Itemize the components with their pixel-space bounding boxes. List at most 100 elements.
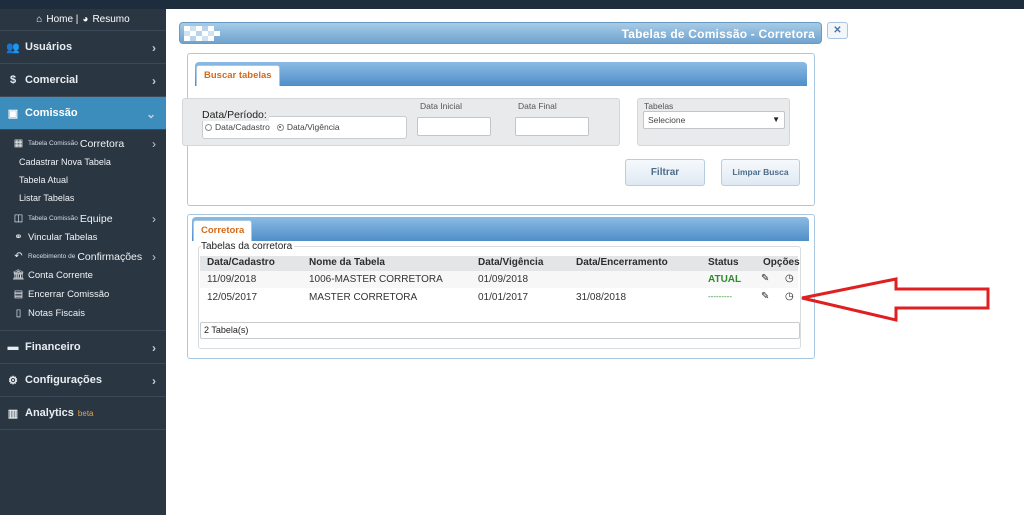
sub-item-big-label: Equipe [79, 212, 113, 225]
sidebar-sub-recebimento[interactable]: ↶ Recebimento de Confirmações › [0, 247, 166, 266]
bar-chart-icon: ▥ [7, 407, 19, 420]
money-icon: ▣ [7, 107, 19, 120]
link-cadastrar-nova-tabela[interactable]: Cadastrar Nova Tabela [0, 153, 166, 171]
clock-icon[interactable]: ◷ [785, 291, 794, 302]
sidebar-item-comercial[interactable]: $ Comercial › [0, 64, 166, 97]
tabelas-selected-value: Selecione [648, 115, 686, 125]
status-badge: --------- [708, 292, 732, 301]
tabelas-box: Tabelas Selecione ▼ [637, 98, 790, 146]
data-final-label: Data Final [518, 101, 557, 111]
sub-item-big-label: Corretora [79, 137, 125, 150]
corretora-panel-tabbar: Corretora [192, 217, 809, 241]
sub-item-small-label: Recebimento de [28, 253, 76, 260]
sub-item-label: Conta Corrente [28, 270, 93, 281]
sidebar-item-comissao[interactable]: ▣ Comissão ⌄ [0, 97, 166, 130]
cell-nome: 1006-MASTER CORRETORA [309, 274, 443, 285]
sidebar-item-financeiro[interactable]: ▬ Financeiro › [0, 331, 166, 364]
sub-item-big-label: Confirmações [77, 250, 143, 263]
chevron-right-icon: › [152, 74, 156, 88]
columns-icon: ◫ [13, 213, 24, 224]
reply-icon: ↶ [14, 251, 23, 262]
table-row[interactable]: 11/09/2018 1006-MASTER CORRETORA 01/09/2… [200, 271, 798, 288]
title-decoration-icon [184, 26, 220, 41]
table-header: Data/Cadastro Nome da Tabela Data/Vigênc… [200, 256, 800, 271]
link-listar-tabelas[interactable]: Listar Tabelas [0, 189, 166, 207]
home-link[interactable]: Home | [46, 14, 78, 25]
home-icon[interactable]: ⌂ [36, 14, 42, 25]
sidebar-sub-conta-corrente[interactable]: 🏛 Conta Corrente [0, 266, 166, 285]
col-data-vigencia[interactable]: Data/Vigência [478, 257, 543, 268]
status-badge: ATUAL [708, 274, 742, 285]
sidebar-sub-tabela-equipe[interactable]: ◫ Tabela Comissão Equipe › [0, 209, 166, 228]
users-icon: 👥 [6, 41, 20, 54]
edit-pencil-icon[interactable]: ✎ [761, 273, 769, 284]
bank-icon: 🏛 [12, 270, 25, 281]
red-arrow-annotation [801, 277, 990, 322]
tabelas-select[interactable]: Selecione ▼ [643, 111, 785, 129]
chevron-right-icon: › [152, 136, 156, 151]
sidebar-sub-encerrar-comissao[interactable]: ▤ Encerrar Comissão [0, 285, 166, 304]
radio-data-vigencia[interactable] [276, 123, 284, 131]
data-final-input[interactable] [515, 117, 589, 136]
close-button[interactable]: ✕ [827, 22, 848, 39]
radio-label-vigencia: Data/Vigência [286, 122, 340, 132]
gears-icon: ⚙ [8, 374, 18, 387]
col-status[interactable]: Status [708, 257, 739, 268]
sidebar-item-label: Comissão [25, 107, 78, 119]
data-inicial-label: Data Inicial [420, 101, 463, 111]
period-legend: Data/Período: [200, 109, 269, 121]
corretora-group-label: Tabelas da corretora [201, 241, 295, 252]
cell-encerramento: 31/08/2018 [576, 292, 627, 303]
cell-vigencia: 01/01/2017 [478, 292, 529, 303]
chevron-right-icon: › [152, 374, 156, 388]
file-icon: ▯ [15, 308, 22, 319]
limpar-busca-button[interactable]: Limpar Busca [721, 159, 800, 186]
sub-item-small-label: Tabela Comissão [28, 140, 78, 147]
briefcase-icon: ▬ [7, 341, 19, 353]
tab-corretora[interactable]: Corretora [193, 220, 253, 241]
cell-nome: MASTER CORRETORA [309, 292, 418, 303]
chevron-right-icon: › [152, 211, 156, 226]
sidebar-item-label: Comercial [25, 74, 79, 86]
sidebar-item-label: Analytics [25, 407, 74, 419]
beta-badge: beta [77, 408, 94, 418]
page-title: Tabelas de Comissão - Corretora [621, 27, 815, 41]
sidebar-sub-vincular-tabelas[interactable]: ⚭ Vincular Tabelas [0, 228, 166, 247]
sub-item-label: Vincular Tabelas [28, 232, 98, 243]
home-row: ⌂ Home | ◕ Resumo [0, 9, 166, 31]
chevron-down-icon: ⌄ [145, 107, 156, 121]
filtrar-button[interactable]: Filtrar [625, 159, 705, 186]
col-data-encerramento[interactable]: Data/Encerramento [576, 257, 668, 268]
sidebar-item-usuarios[interactable]: 👥 Usuários › [0, 31, 166, 64]
sidebar-item-analytics[interactable]: ▥ Analytics beta [0, 397, 166, 430]
link-icon: ⚭ [14, 232, 23, 243]
clock-icon[interactable]: ◷ [785, 273, 794, 284]
sidebar-item-label: Financeiro [25, 341, 81, 353]
col-nome-tabela[interactable]: Nome da Tabela [309, 257, 385, 268]
sub-item-label: Encerrar Comissão [28, 289, 110, 300]
edit-pencil-icon[interactable]: ✎ [761, 291, 769, 302]
tab-buscar-tabelas[interactable]: Buscar tabelas [196, 65, 280, 86]
sidebar-item-configuracoes[interactable]: ⚙ Configurações › [0, 364, 166, 397]
cell-cadastro: 11/09/2018 [207, 274, 257, 285]
sidebar-item-label: Usuários [25, 41, 73, 53]
filter-box: Data/Cadastro Data/Vigência Data/Período… [182, 98, 620, 146]
sidebar-sub-notas-fiscais[interactable]: ▯ Notas Fiscais [0, 304, 166, 323]
dollar-icon: $ [9, 74, 17, 86]
id-card-icon: ▤ [13, 289, 24, 300]
dashboard-icon[interactable]: ◕ [82, 14, 88, 25]
col-data-cadastro[interactable]: Data/Cadastro [207, 257, 275, 268]
table-icon: ▦ [13, 138, 24, 149]
sub-item-small-label: Tabela Comissão [28, 215, 78, 222]
top-bar [0, 0, 1024, 9]
radio-data-cadastro[interactable] [205, 123, 212, 131]
radio-label-cadastro: Data/Cadastro [215, 122, 270, 132]
resumo-link[interactable]: Resumo [92, 14, 129, 25]
data-inicial-input[interactable] [417, 117, 491, 136]
table-row[interactable]: 12/05/2017 MASTER CORRETORA 01/01/2017 3… [200, 289, 798, 306]
sub-item-label: Notas Fiscais [28, 308, 86, 319]
link-tabela-atual[interactable]: Tabela Atual [0, 171, 166, 189]
table-count: 2 Tabela(s) [200, 322, 800, 339]
cell-vigencia: 01/09/2018 [478, 274, 529, 285]
sidebar-sub-tabela-corretora[interactable]: ▦ Tabela Comissão Corretora › [0, 134, 166, 153]
